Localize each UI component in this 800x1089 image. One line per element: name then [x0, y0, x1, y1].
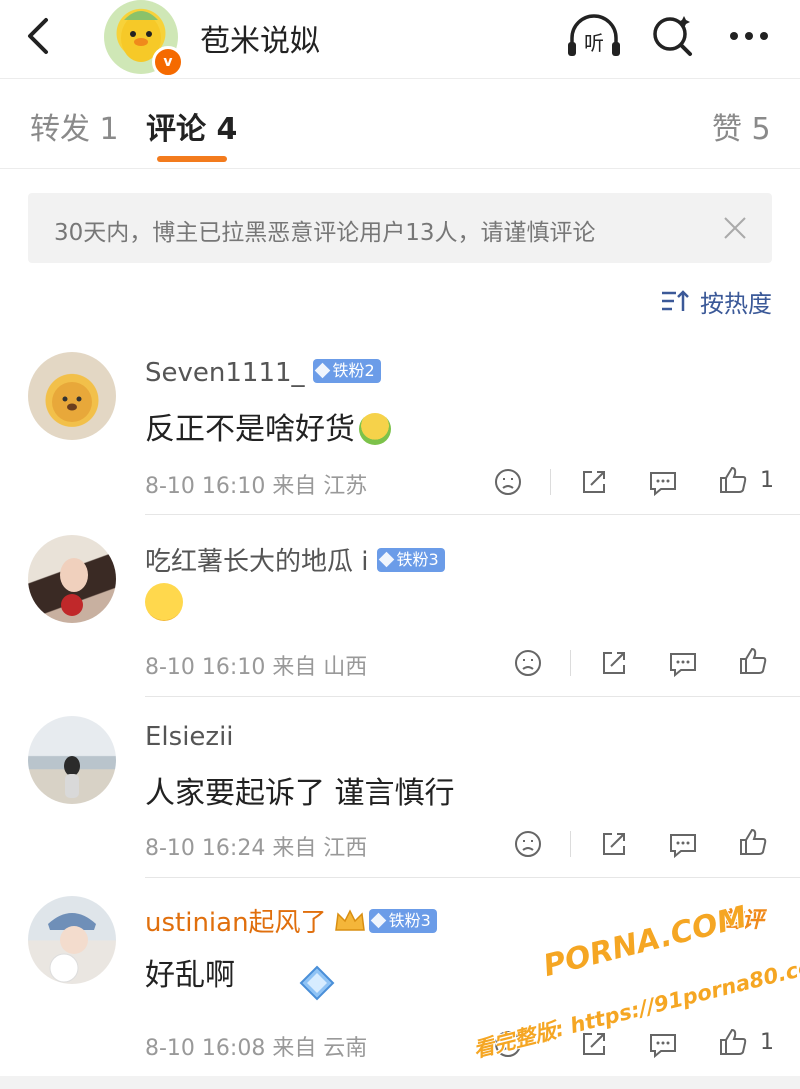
comment-divider [145, 514, 800, 515]
fan-level-badge: 铁粉3 [376, 547, 445, 572]
more-icon[interactable] [722, 12, 778, 62]
diamond-sticker-icon [299, 965, 334, 1000]
sort-icon [662, 290, 689, 311]
like-icon[interactable] [717, 464, 749, 496]
portrait-avatar-icon [60, 558, 88, 616]
commenter-name[interactable]: ustinian起风了 铁粉3 [145, 902, 437, 939]
comment-meta: 8-10 16:10 来自 江苏 [145, 474, 368, 499]
fan-level-badge: 铁粉2 [312, 358, 381, 383]
vomit-emoji-icon [359, 412, 391, 445]
girl-with-dog-avatar-icon [48, 913, 96, 983]
sort-label: 按热度 [700, 290, 772, 318]
comment-notice-banner: 30天内，博主已拉黑恶意评论用户13人，请谨慎评论 [28, 193, 772, 263]
diamond-icon [370, 912, 386, 928]
diamond-icon [378, 551, 394, 567]
commenter-name[interactable]: Seven1111_ 铁粉2 [145, 358, 381, 388]
top-bar: v 苞米说姒 听 [0, 0, 800, 79]
comment-text: 好乱啊 [145, 950, 339, 1000]
close-icon[interactable] [722, 215, 748, 241]
watermark-text: PORNA.COM [540, 899, 751, 984]
tab-likes[interactable]: 赞 5 [712, 104, 771, 148]
like-icon[interactable] [717, 1026, 749, 1058]
crown-icon [334, 908, 365, 931]
fan-level-text: 铁粉2 [332, 360, 375, 380]
commenter-name[interactable]: 吃红薯长大的地瓜 i 铁粉3 [145, 541, 445, 578]
comment-meta: 8-10 16:08 来自 云南 [145, 1036, 368, 1061]
comment-text: 反正不是啥好货 [145, 404, 391, 448]
beach-portrait-avatar-icon [64, 756, 80, 798]
commenter-name-text: Seven1111_ [145, 358, 305, 388]
action-separator [570, 831, 571, 857]
watermark-url: 看完整版: https://91porna80.com [470, 949, 800, 1063]
commenter-name-text: 吃红薯长大的地瓜 i [145, 547, 369, 577]
verified-badge: v [152, 46, 184, 78]
avatar[interactable] [28, 352, 116, 440]
commenter-name[interactable]: Elsiezii [145, 722, 234, 752]
bottom-bar [0, 1076, 800, 1089]
page-title: 苞米说姒 [200, 24, 320, 59]
dislike-face-icon[interactable] [492, 466, 524, 498]
like-count: 1 [760, 1030, 774, 1055]
bear-avatar-icon [52, 382, 92, 422]
reply-icon[interactable] [647, 466, 679, 498]
tabs-divider [0, 168, 800, 169]
search-icon[interactable] [646, 12, 702, 62]
fan-level-text: 铁粉3 [388, 910, 431, 930]
action-separator [550, 469, 551, 495]
avatar[interactable] [28, 716, 116, 804]
sweat-emoji-icon [145, 583, 183, 621]
comment-meta: 8-10 16:10 来自 山西 [145, 655, 368, 680]
comment-text [145, 583, 183, 623]
comment-text-content: 好乱啊 [145, 958, 235, 993]
reply-icon[interactable] [667, 828, 699, 860]
commenter-name-text: ustinian起风了 [145, 908, 327, 938]
notice-text: 30天内，博主已拉黑恶意评论用户13人，请谨慎评论 [54, 220, 596, 246]
comment-divider [145, 877, 800, 878]
tab-comments[interactable]: 评论 4 [146, 104, 237, 148]
diamond-icon [314, 362, 330, 378]
comment-text: 人家要起诉了 谨言慎行 [145, 776, 455, 811]
reply-icon[interactable] [667, 647, 699, 679]
fan-level-badge: 铁粉3 [368, 908, 437, 933]
comment-meta: 8-10 16:24 来自 江西 [145, 836, 368, 861]
avatar[interactable] [28, 896, 116, 984]
active-tab-indicator [157, 156, 227, 162]
share-icon[interactable] [578, 466, 610, 498]
tab-reposts[interactable]: 转发 1 [30, 104, 119, 148]
like-icon[interactable] [737, 826, 769, 858]
listen-icon[interactable]: 听 [566, 12, 622, 62]
commenter-name-text: Elsiezii [145, 722, 234, 752]
share-icon[interactable] [598, 828, 630, 860]
reply-icon[interactable] [647, 1028, 679, 1060]
share-icon[interactable] [598, 647, 630, 679]
dislike-face-icon[interactable] [512, 828, 544, 860]
back-icon[interactable] [22, 14, 62, 58]
dislike-face-icon[interactable] [512, 647, 544, 679]
listen-label: 听 [584, 31, 604, 55]
like-count: 1 [760, 468, 774, 493]
fan-level-text: 铁粉3 [396, 549, 439, 569]
avatar[interactable] [28, 535, 116, 623]
action-separator [570, 650, 571, 676]
like-icon[interactable] [737, 645, 769, 677]
comment-divider [145, 696, 800, 697]
comment-text-content: 反正不是啥好货 [145, 412, 355, 447]
